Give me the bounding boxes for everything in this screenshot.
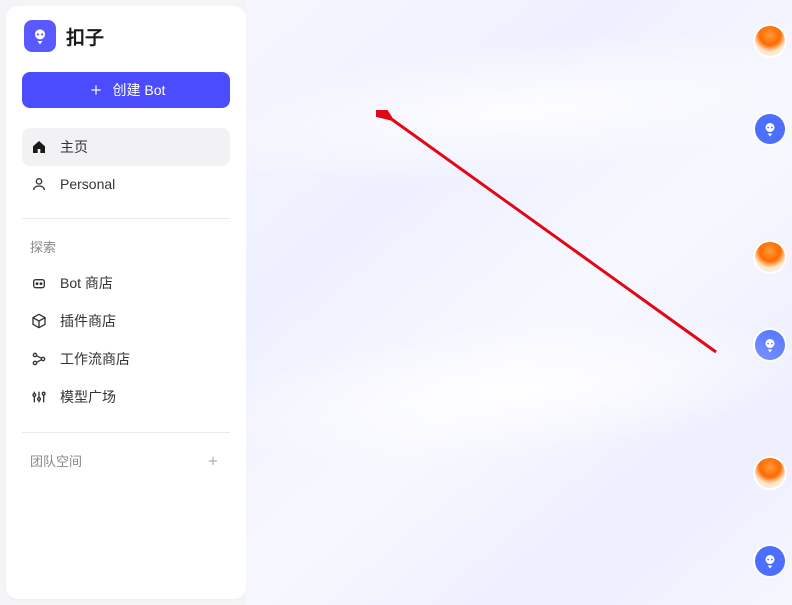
sidebar-item-label: Bot 商店 <box>60 273 113 293</box>
rail-avatar-balloon[interactable] <box>755 26 785 56</box>
create-bot-label: 创建 Bot <box>113 80 166 100</box>
right-rail <box>748 0 792 605</box>
sidebar-item-model-plaza[interactable]: 模型广场 <box>22 378 230 416</box>
sidebar-item-workflow-store[interactable]: 工作流商店 <box>22 340 230 378</box>
sidebar-item-personal[interactable]: Personal <box>22 166 230 202</box>
sidebar-item-bot-store[interactable]: Bot 商店 <box>22 264 230 302</box>
user-icon <box>30 175 48 193</box>
divider <box>22 432 230 433</box>
rail-avatar-bot[interactable] <box>755 114 785 144</box>
sidebar: 扣子 创建 Bot 主页 Persona <box>6 6 246 599</box>
main-canvas <box>246 0 792 605</box>
team-space-row: 团队空间 <box>22 445 230 476</box>
annotation-arrow <box>376 110 736 370</box>
brand: 扣子 <box>22 20 230 52</box>
explore-section-label: 探索 <box>22 231 230 264</box>
sidebar-item-label: Personal <box>60 176 115 192</box>
rail-avatar-bot[interactable] <box>755 546 785 576</box>
workflow-icon <box>30 350 48 368</box>
sidebar-item-home[interactable]: 主页 <box>22 128 230 166</box>
sidebar-item-label: 插件商店 <box>60 311 116 331</box>
plus-icon <box>87 81 105 99</box>
sidebar-item-plugin-store[interactable]: 插件商店 <box>22 302 230 340</box>
add-team-button[interactable] <box>204 452 222 470</box>
rail-avatar-balloon[interactable] <box>755 458 785 488</box>
brand-logo-icon <box>24 20 56 52</box>
divider <box>22 218 230 219</box>
team-space-label: 团队空间 <box>30 451 82 470</box>
rail-avatar-balloon[interactable] <box>755 242 785 272</box>
sliders-icon <box>30 388 48 406</box>
sidebar-item-label: 工作流商店 <box>60 349 130 369</box>
cube-icon <box>30 312 48 330</box>
sidebar-item-label: 主页 <box>60 137 88 157</box>
home-icon <box>30 138 48 156</box>
sidebar-item-label: 模型广场 <box>60 387 116 407</box>
create-bot-button[interactable]: 创建 Bot <box>22 72 230 108</box>
brand-name: 扣子 <box>66 23 104 50</box>
bot-store-icon <box>30 274 48 292</box>
rail-avatar-bot[interactable] <box>755 330 785 360</box>
